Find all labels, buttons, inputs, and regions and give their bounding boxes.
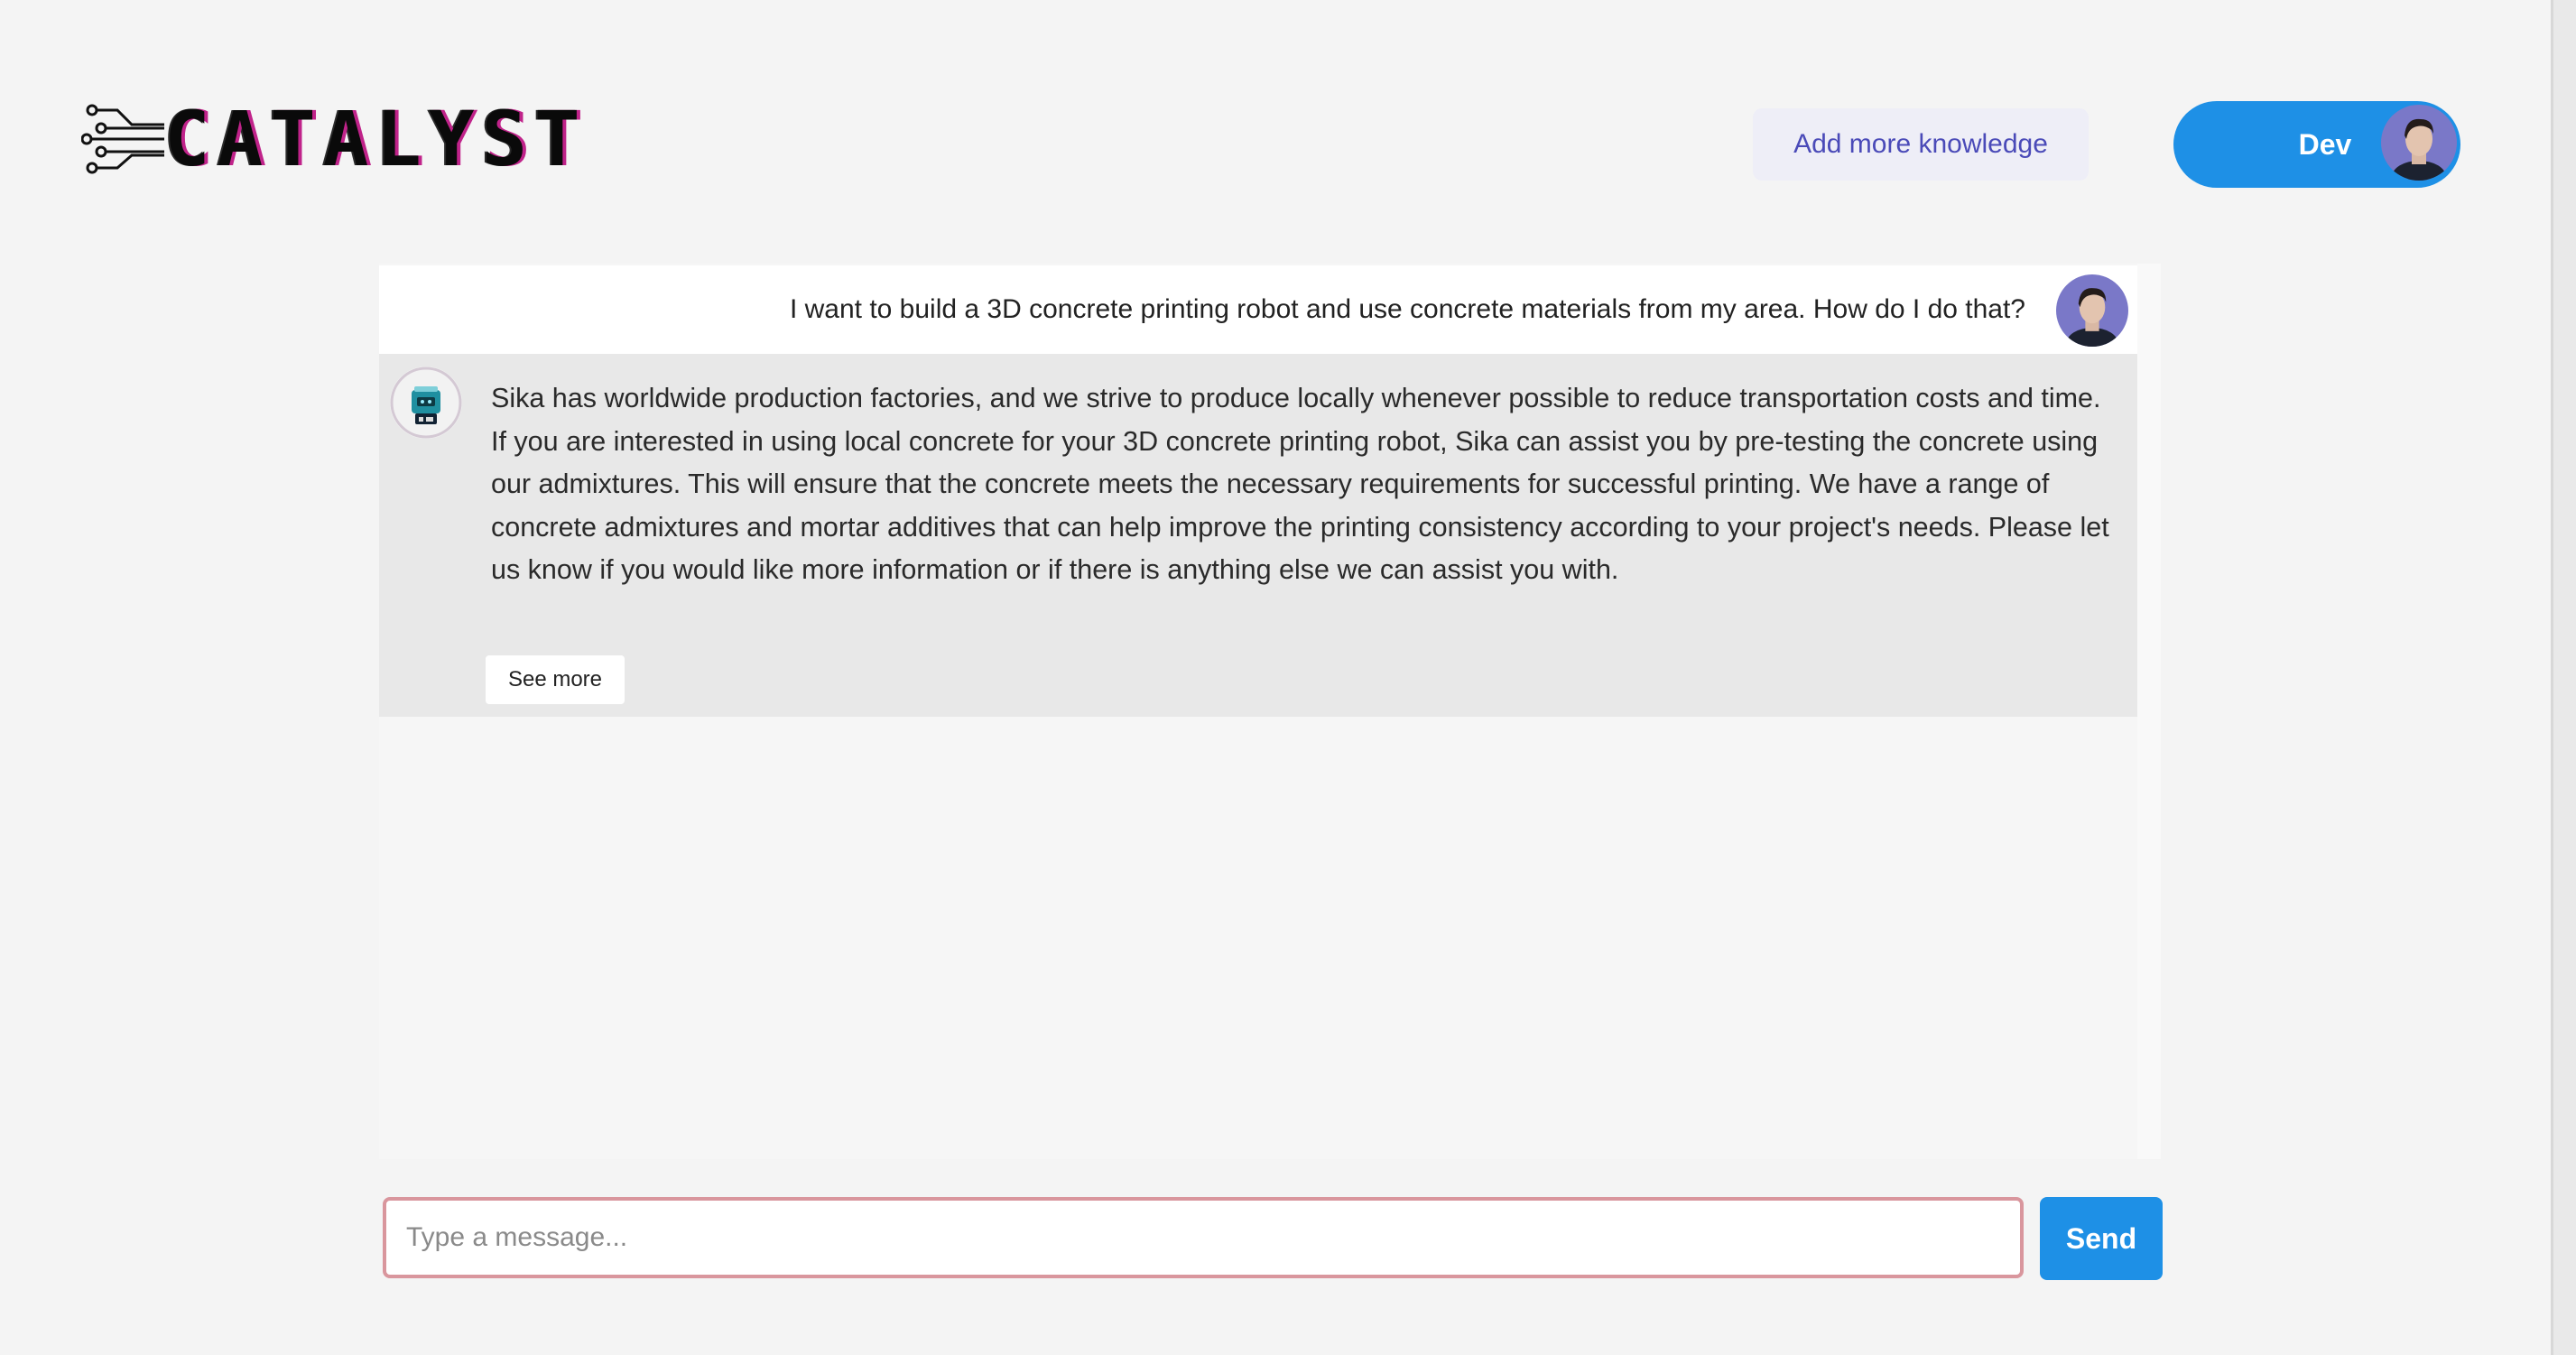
user-message-text: I want to build a 3D concrete printing r… [789,294,2025,324]
bot-message-text: Sika has worldwide production factories,… [491,383,2109,585]
user-avatar [2381,105,2457,181]
user-message: I want to build a 3D concrete printing r… [379,265,2137,354]
app-logo-text: CATALYST [164,95,588,183]
user-name-label: Dev [2298,127,2352,161]
user-menu-button[interactable]: Dev [2173,101,2460,188]
app-logo[interactable]: CATALYST [81,97,588,181]
chat-scrollbar[interactable] [2137,264,2161,1159]
send-button[interactable]: Send [2040,1197,2163,1280]
robot-avatar [390,367,462,439]
bot-message: Sika has worldwide production factories,… [379,354,2137,717]
user-message-avatar [2056,274,2128,347]
window-edge [2551,0,2576,1355]
message-input[interactable] [383,1197,2024,1278]
app-window: CATALYST Add more knowledge Dev I want t… [0,0,2551,1355]
add-knowledge-button[interactable]: Add more knowledge [1753,108,2089,181]
circuit-icon [81,104,164,174]
see-more-button[interactable]: See more [486,655,625,704]
